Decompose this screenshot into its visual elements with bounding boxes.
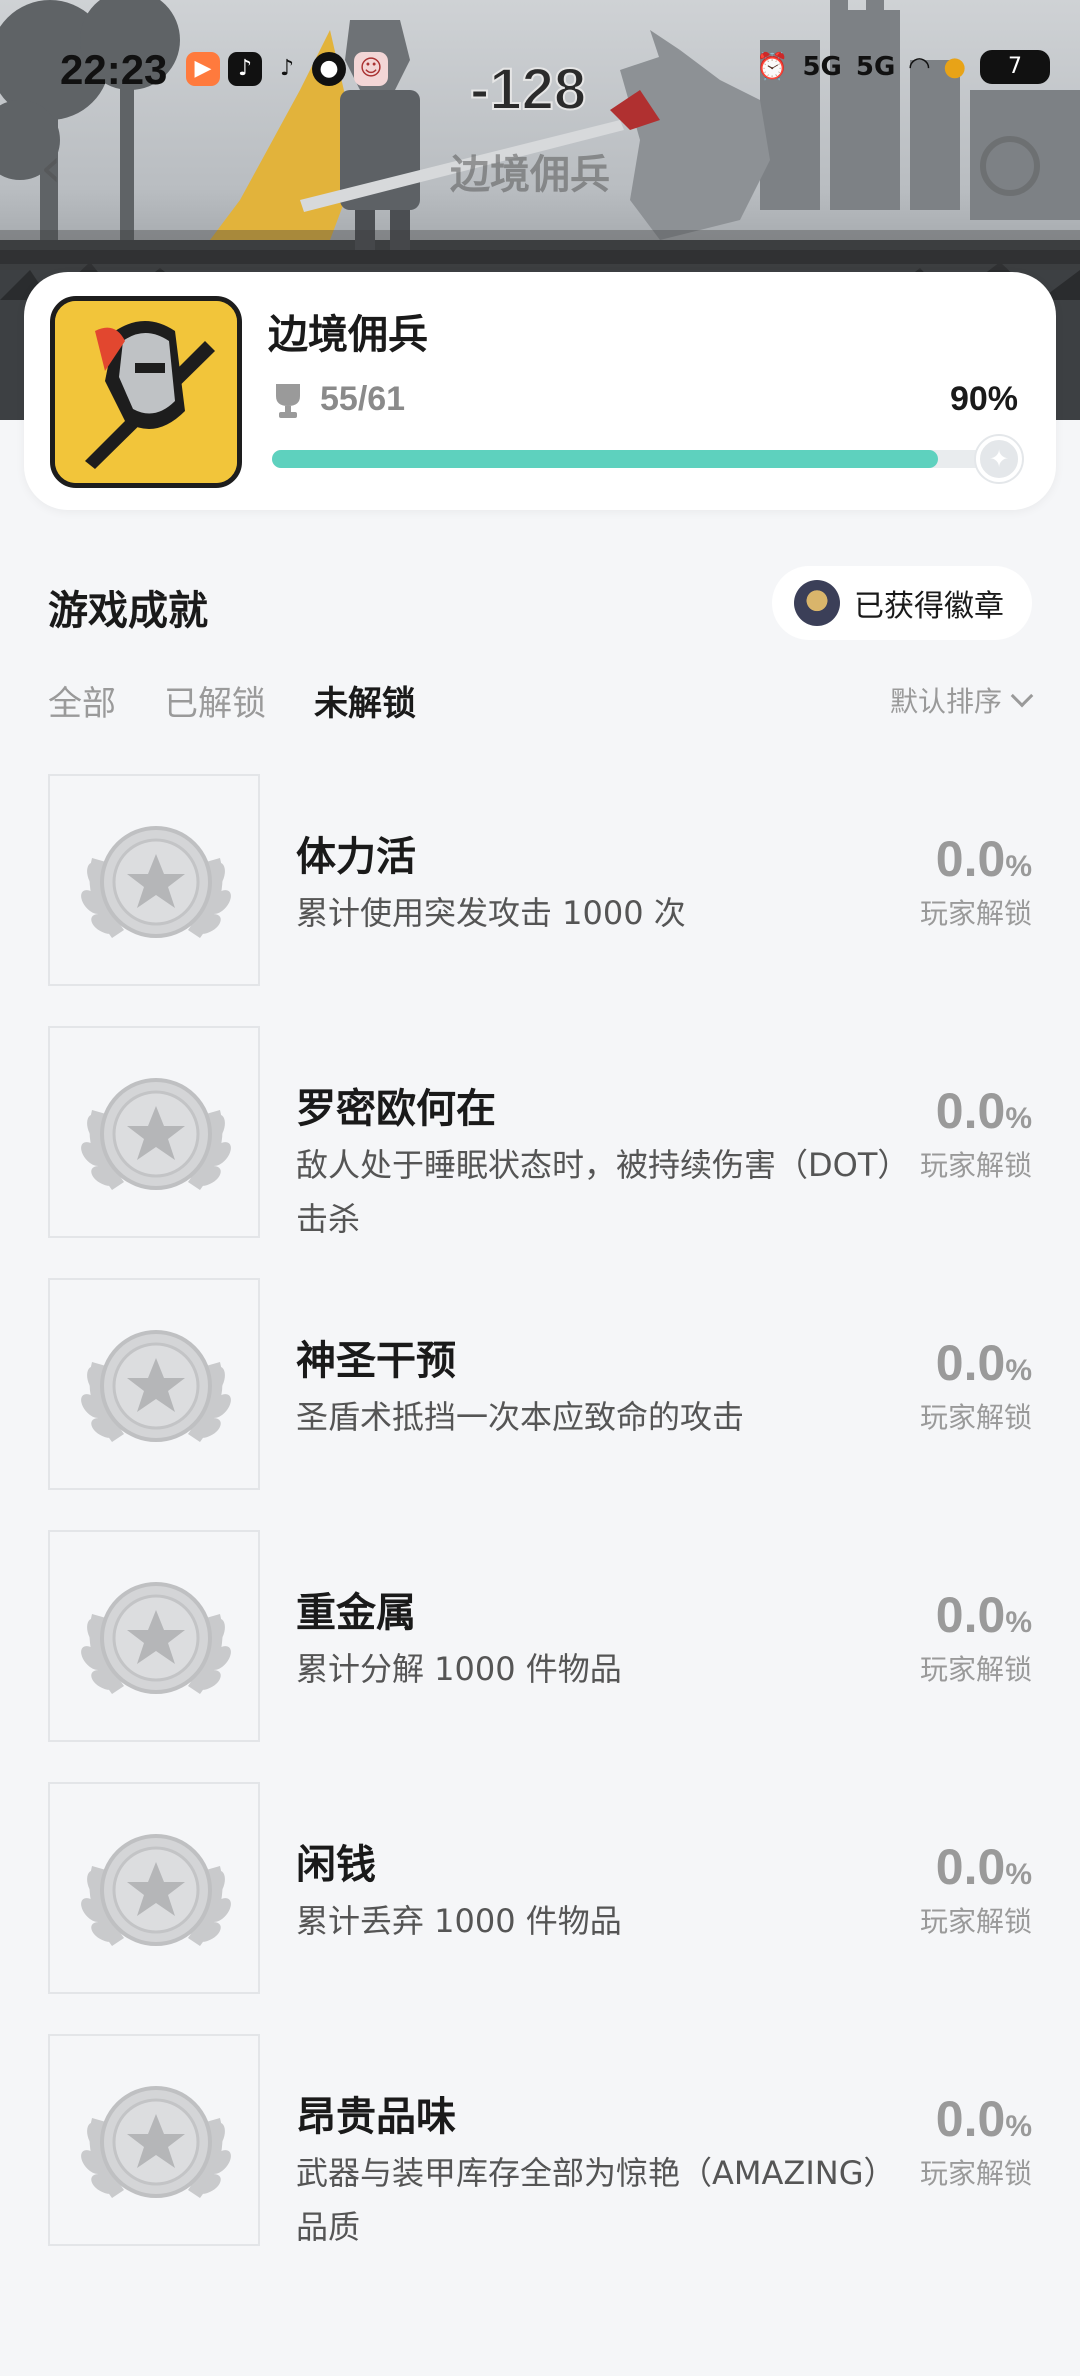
achievement-rate-unit: % [1005, 850, 1032, 883]
achievement-name: 罗密欧何在 [296, 1086, 496, 1132]
tab-all[interactable]: 全部 [48, 676, 116, 725]
achievement-thumbnail [48, 1278, 260, 1490]
sort-label: 默认排序 [889, 685, 1002, 718]
achievement-name: 体力活 [296, 834, 416, 880]
completion-percent: 90% [949, 380, 1018, 418]
game-name: 边境佣兵 [268, 312, 428, 358]
achievement-rate-label: 玩家解锁 [919, 897, 1032, 930]
achievement-rate: 0.0% [872, 1334, 1032, 1392]
badge-icon [794, 580, 840, 626]
achievement-description: 敌人处于睡眠状态时，被持续伤害（DOT）击杀 [296, 1146, 894, 1238]
achievement-rate-label: 玩家解锁 [919, 2157, 1032, 2190]
achievement-rate-value: 0.0 [935, 831, 1006, 887]
progress-end-icon: ✦ [976, 436, 1022, 482]
achievement-rate: 0.0% [872, 1586, 1032, 1644]
achievement-name: 闲钱 [296, 1842, 376, 1888]
alarm-icon: ⏰ [756, 52, 789, 82]
achievement-rate-label: 玩家解锁 [919, 1653, 1032, 1686]
locked-medal-icon [81, 1834, 231, 1946]
achievement-rate-label: 玩家解锁 [919, 1401, 1032, 1434]
achievement-rate-label: 玩家解锁 [919, 1905, 1032, 1938]
chevron-down-icon [1010, 684, 1034, 708]
locked-medal-icon [81, 826, 231, 938]
network-5g-label-2: 5G [855, 52, 896, 82]
achievement-list: 体力活 累计使用突发攻击 1000 次 0.0% 玩家解锁 罗密欧何在 敌人处于… [48, 774, 1032, 2286]
achievement-rate-unit: % [1005, 1354, 1032, 1387]
filter-tabs: 全部 已解锁 未解锁 [48, 676, 416, 725]
achievement-description: 圣盾术抵挡一次本应致命的攻击 [296, 1398, 745, 1436]
achievement-rate: 0.0% [872, 2090, 1032, 2148]
achievement-rate-unit: % [1005, 2110, 1032, 2143]
game-card[interactable]: 边境佣兵 55/61 90% ✦ [24, 272, 1056, 510]
achievement-thumbnail [48, 1782, 260, 1994]
achievement-rate-unit: % [1005, 1102, 1032, 1135]
achievement-item[interactable]: 体力活 累计使用突发攻击 1000 次 0.0% 玩家解锁 [48, 774, 1032, 1026]
achievement-description: 武器与装甲库存全部为惊艳（AMAZING）品质 [296, 2154, 896, 2246]
achievement-rate-value: 0.0 [935, 1335, 1006, 1391]
achievement-rate-value: 0.0 [935, 2091, 1006, 2147]
achievement-rate-unit: % [1005, 1858, 1032, 1891]
progress-bar: ✦ [272, 436, 1022, 482]
achievement-name: 昂贵品味 [296, 2094, 456, 2140]
locked-medal-icon [81, 1078, 231, 1190]
achievement-rate-value: 0.0 [935, 1839, 1006, 1895]
achievement-rate-value: 0.0 [935, 1587, 1006, 1643]
achievement-thumbnail [48, 1530, 260, 1742]
system-icons: ⏰ 5G 5G ◠ ● 7 [756, 50, 1050, 84]
avatar-notification-icon: ☺ [354, 52, 388, 86]
achievement-rate-value: 0.0 [935, 1083, 1006, 1139]
locked-medal-icon [81, 1582, 231, 1694]
achievement-thumbnail [48, 1026, 260, 1238]
achievement-name: 神圣干预 [296, 1338, 456, 1384]
hero-title: 边境佣兵 [450, 152, 610, 198]
battery-indicator: 7 [980, 50, 1050, 84]
achievement-rate: 0.0% [872, 1082, 1032, 1140]
achievement-rate-unit: % [1005, 1606, 1032, 1639]
network-5g-label-1: 5G [802, 52, 842, 82]
tiktok-lite-icon: ♪ [279, 56, 295, 81]
achievement-rate-label: 玩家解锁 [919, 1149, 1032, 1182]
achievement-description: 累计使用突发攻击 1000 次 [296, 894, 686, 932]
trophy-icon [276, 384, 300, 418]
hero-shade [0, 230, 1080, 270]
video-app-icon: ▶ [186, 52, 220, 86]
section-title: 游戏成就 [48, 588, 208, 634]
tab-unlocked[interactable]: 已解锁 [164, 676, 266, 725]
spartan-helmet-icon [55, 301, 237, 483]
status-time: 22:23 [60, 46, 168, 93]
sort-dropdown[interactable]: 默认排序 [889, 680, 1034, 720]
achievement-description: 累计分解 1000 件物品 [296, 1650, 622, 1688]
achievement-rate: 0.0% [872, 1838, 1032, 1896]
achievement-item[interactable]: 昂贵品味 武器与装甲库存全部为惊艳（AMAZING）品质 0.0% 玩家解锁 [48, 2034, 1032, 2286]
refresh-button[interactable] [980, 136, 1040, 196]
tiktok-icon: ♪ [228, 52, 262, 86]
chat-icon: ● [312, 52, 346, 86]
back-button[interactable]: ‹ [40, 140, 96, 196]
achievement-thumbnail [48, 774, 260, 986]
qq-icon: ● [943, 52, 966, 82]
locked-medal-icon [81, 1330, 231, 1442]
locked-medal-icon [81, 2086, 231, 2198]
achievement-item[interactable]: 重金属 累计分解 1000 件物品 0.0% 玩家解锁 [48, 1530, 1032, 1782]
achievement-thumbnail [48, 2034, 260, 2246]
tab-locked[interactable]: 未解锁 [314, 676, 416, 725]
progress-fill [272, 450, 938, 468]
earned-badges-button[interactable]: 已获得徽章 [772, 566, 1032, 640]
notification-icons: ▶ ♪ ♪ ● ☺ [186, 52, 388, 86]
achievement-count: 55/61 [320, 380, 406, 418]
achievement-rate: 0.0% [872, 830, 1032, 888]
achievement-item[interactable]: 罗密欧何在 敌人处于睡眠状态时，被持续伤害（DOT）击杀 0.0% 玩家解锁 [48, 1026, 1032, 1278]
achievement-item[interactable]: 闲钱 累计丢弃 1000 件物品 0.0% 玩家解锁 [48, 1782, 1032, 2034]
hero-number: -128 [469, 56, 587, 123]
achievement-name: 重金属 [296, 1590, 416, 1636]
achievement-item[interactable]: 神圣干预 圣盾术抵挡一次本应致命的攻击 0.0% 玩家解锁 [48, 1278, 1032, 1530]
wifi-icon: ◠ [909, 52, 930, 82]
game-icon [50, 296, 242, 488]
earned-badges-label: 已获得徽章 [854, 589, 1004, 624]
achievement-description: 累计丢弃 1000 件物品 [296, 1902, 622, 1940]
